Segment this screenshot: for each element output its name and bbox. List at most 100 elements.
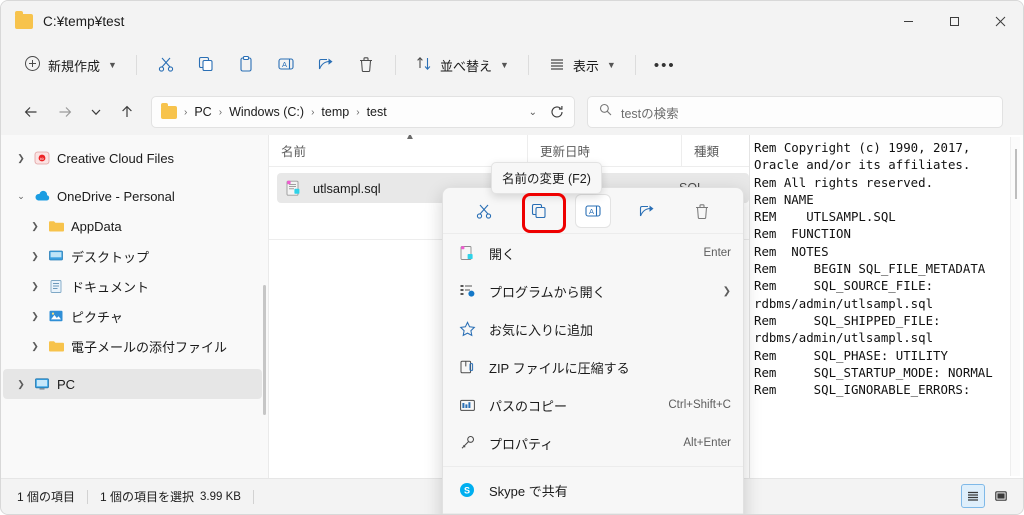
ellipsis-icon: ••• — [653, 56, 676, 74]
preview-scrollbar-thumb[interactable] — [1015, 149, 1017, 199]
context-menu-item-label: ZIP ファイルに圧縮する — [489, 360, 630, 376]
address-bar[interactable]: › PC › Windows (C:) › temp › test ⌄ — [151, 96, 575, 128]
close-button[interactable] — [977, 1, 1023, 41]
sidebar-item-email-attachments[interactable]: ❯ 電子メールの添付ファイル — [3, 331, 262, 361]
breadcrumb-separator: › — [311, 106, 315, 118]
window-controls — [885, 1, 1023, 41]
rename-button[interactable]: A — [267, 48, 305, 82]
open-icon — [457, 245, 477, 262]
selection-size-label: 3.99 KB — [200, 490, 241, 503]
search-icon — [599, 103, 612, 121]
sidebar-item-desktop[interactable]: ❯ デスクトップ — [3, 241, 262, 271]
paste-button[interactable] — [227, 48, 265, 82]
chevron-down-icon[interactable]: ⌄ — [11, 191, 31, 202]
plus-circle-icon — [24, 55, 41, 75]
tooltip: 名前の変更 (F2) — [491, 162, 602, 194]
large-icons-view-button[interactable] — [989, 484, 1013, 508]
chevron-down-icon[interactable]: ⌄ — [522, 107, 544, 118]
breadcrumb-item-test[interactable]: test — [363, 103, 391, 121]
sidebar-item-label: 電子メールの添付ファイル — [71, 339, 228, 355]
column-header-name[interactable]: 名前 ▲ — [269, 135, 527, 167]
refresh-icon[interactable] — [546, 105, 568, 119]
sidebar-item-creative-cloud-files[interactable]: ❯ ∞ Creative Cloud Files — [3, 143, 262, 173]
sidebar-item-onedrive-personal[interactable]: ⌄ OneDrive - Personal — [3, 181, 262, 211]
chevron-right-icon[interactable]: ❯ — [25, 251, 45, 262]
context-menu-item-properties[interactable]: プロパティ Alt+Enter — [443, 424, 743, 462]
context-menu-item-label: パスのコピー — [489, 398, 568, 414]
context-menu-item-open-with[interactable]: プログラムから開く ❯ — [443, 272, 743, 310]
context-menu-item-open[interactable]: 開く Enter — [443, 234, 743, 272]
title-bar: C:¥temp¥test — [1, 1, 1023, 41]
chevron-right-icon[interactable]: ❯ — [25, 341, 45, 352]
sort-icon — [415, 55, 433, 76]
breadcrumb-item-temp[interactable]: temp — [317, 103, 353, 121]
context-rename-button[interactable]: A — [575, 194, 610, 227]
context-menu-item-label: プロパティ — [489, 436, 554, 452]
sidebar-scrollbar[interactable] — [263, 285, 266, 415]
breadcrumb-item-windows-c[interactable]: Windows (C:) — [225, 103, 308, 121]
context-menu-item-add-to-favorites[interactable]: お気に入りに追加 — [443, 310, 743, 348]
sidebar-item-label: ドキュメント — [71, 279, 150, 295]
context-copy-button[interactable] — [522, 195, 556, 227]
search-box[interactable]: testの検索 — [587, 96, 1003, 128]
chevron-right-icon[interactable]: ❯ — [25, 281, 45, 292]
sidebar-item-label: AppData — [71, 218, 122, 234]
chevron-right-icon[interactable]: ❯ — [11, 153, 31, 164]
file-explorer-window: C:¥temp¥test 新規作成 ▼ A 並べ替え ▼ 表示 ▼ ••• › … — [0, 0, 1024, 515]
star-icon — [457, 321, 477, 337]
context-menu-item-share-with-skype[interactable]: S Skype で共有 — [443, 471, 743, 509]
navigation-pane: ❯ ∞ Creative Cloud Files ⌄ OneDrive - Pe… — [1, 135, 269, 478]
context-delete-button[interactable] — [685, 195, 719, 227]
chevron-right-icon[interactable]: ❯ — [25, 311, 45, 322]
share-button[interactable] — [307, 48, 345, 82]
sidebar-item-pictures[interactable]: ❯ ピクチャ — [3, 301, 262, 331]
recent-locations-button[interactable] — [83, 96, 109, 128]
status-divider-2 — [252, 489, 254, 504]
sidebar-item-pc[interactable]: ❯ PC — [3, 369, 262, 399]
copy-button[interactable] — [187, 48, 225, 82]
sidebar-item-documents[interactable]: ❯ ドキュメント — [3, 271, 262, 301]
minimize-button[interactable] — [885, 1, 931, 41]
trash-icon — [357, 55, 375, 76]
up-button[interactable] — [111, 96, 143, 128]
creative-cloud-icon: ∞ — [31, 150, 53, 166]
context-menu-divider-2 — [443, 513, 743, 514]
column-header-type[interactable]: 種類 — [681, 135, 741, 167]
maximize-button[interactable] — [931, 1, 977, 41]
svg-text:A: A — [589, 207, 594, 216]
delete-button[interactable] — [347, 48, 385, 82]
context-menu-divider — [443, 466, 743, 467]
chevron-right-icon[interactable]: ❯ — [11, 379, 31, 390]
cut-button[interactable] — [147, 48, 185, 82]
back-button[interactable] — [15, 96, 47, 128]
clipboard-icon — [237, 55, 255, 76]
view-button[interactable]: 表示 ▼ — [539, 48, 625, 82]
breadcrumb-item-pc[interactable]: PC — [190, 103, 215, 121]
sidebar-item-label: PC — [57, 376, 76, 392]
scissors-icon — [157, 55, 175, 76]
sidebar-item-label: OneDrive - Personal — [57, 188, 175, 204]
breadcrumb-separator: › — [184, 106, 188, 118]
context-menu-item-label: 開く — [489, 246, 516, 262]
details-view-button[interactable] — [961, 484, 985, 508]
sidebar-item-appdata[interactable]: ❯ AppData — [3, 211, 262, 241]
context-menu-item-compress-to-zip[interactable]: ZIP ファイルに圧縮する — [443, 348, 743, 386]
sort-button-label: 並べ替え — [439, 58, 492, 74]
chevron-right-icon[interactable]: ❯ — [25, 221, 45, 232]
forward-button[interactable] — [49, 96, 81, 128]
context-menu-item-copy-path[interactable]: パスのコピー Ctrl+Shift+C — [443, 386, 743, 424]
more-options-button[interactable]: ••• — [646, 48, 684, 82]
context-cut-button[interactable] — [467, 195, 501, 227]
toolbar-divider-3 — [527, 55, 529, 75]
sort-button[interactable]: 並べ替え ▼ — [406, 48, 518, 82]
breadcrumb-separator: › — [218, 106, 223, 118]
search-input[interactable]: testの検索 — [621, 103, 679, 122]
preview-pane: Rem Copyright (c) 1990, 2017, Oracle and… — [749, 135, 1023, 478]
folder-icon — [45, 339, 67, 353]
new-button[interactable]: 新規作成 ▼ — [15, 48, 126, 82]
pictures-icon — [45, 309, 67, 323]
status-divider — [87, 489, 89, 504]
context-share-button[interactable] — [630, 195, 664, 227]
rename-icon: A — [277, 55, 295, 76]
